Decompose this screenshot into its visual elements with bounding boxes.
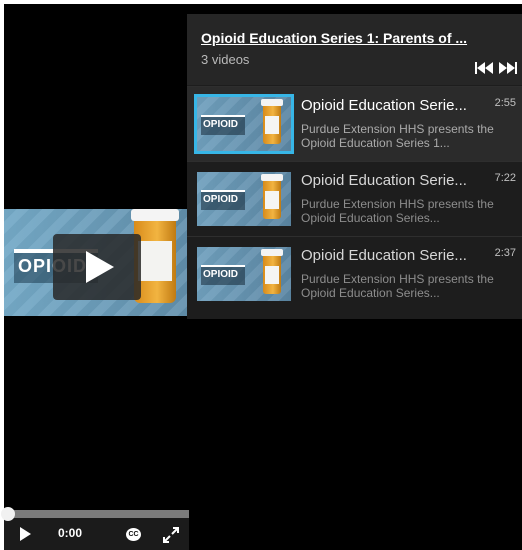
current-time: 0:00 [58,526,83,540]
closed-captions-button[interactable]: CC [126,528,141,541]
fullscreen-icon[interactable] [162,526,180,544]
big-play-button[interactable] [53,234,141,300]
playlist-panel: Opioid Education Series 1: Parents of ..… [187,14,522,319]
playlist-item-description: Purdue Extension HHS presents the Opioid… [301,272,494,300]
progress-bar[interactable] [1,507,189,521]
previous-track-icon[interactable] [475,62,493,74]
playlist-item[interactable]: OPIOID Opioid Education Serie... 2:55 Pu… [187,86,522,161]
playlist-item[interactable]: OPIOID Opioid Education Serie... 2:37 Pu… [187,236,522,311]
playlist-item-duration: 7:22 [494,172,516,184]
player-controls: 0:00 CC [1,507,189,550]
play-pause-button[interactable] [20,527,31,541]
playlist-item-title[interactable]: Opioid Education Serie... [301,172,491,189]
playlist-item-duration: 2:37 [494,247,516,259]
pill-bottle-image [261,174,283,219]
play-icon [86,251,114,283]
playlist-item-title[interactable]: Opioid Education Serie... [301,97,491,114]
playlist-item-thumbnail[interactable]: OPIOID [197,172,291,226]
playlist-item-description: Purdue Extension HHS presents the Opioid… [301,122,494,150]
playlist-item-title[interactable]: Opioid Education Serie... [301,247,491,264]
pill-bottle-image [261,249,283,294]
thumbnail-title-text: OPIOID [201,265,245,285]
video-player[interactable]: OPIOID 0:00 CC [1,4,189,550]
video-embed: OPIOID 0:00 CC Opioid Education Series 1 [1,4,522,550]
playlist-item[interactable]: OPIOID Opioid Education Serie... 7:22 Pu… [187,161,522,236]
playlist-video-count: 3 videos [201,52,250,67]
playlist-item-description: Purdue Extension HHS presents the Opioid… [301,197,494,225]
next-track-icon[interactable] [499,62,517,74]
playlist-item-thumbnail[interactable]: OPIOID [197,247,291,301]
thumbnail-title-text: OPIOID [201,190,245,210]
progress-handle[interactable] [1,507,15,521]
playlist-item-duration: 2:55 [494,97,516,109]
playlist-header: Opioid Education Series 1: Parents of ..… [187,14,522,85]
playlist-item-thumbnail[interactable]: OPIOID [197,97,291,151]
thumbnail-title-text: OPIOID [201,115,245,135]
pill-bottle-image [261,99,283,144]
playlist-title[interactable]: Opioid Education Series 1: Parents of ..… [201,30,467,46]
